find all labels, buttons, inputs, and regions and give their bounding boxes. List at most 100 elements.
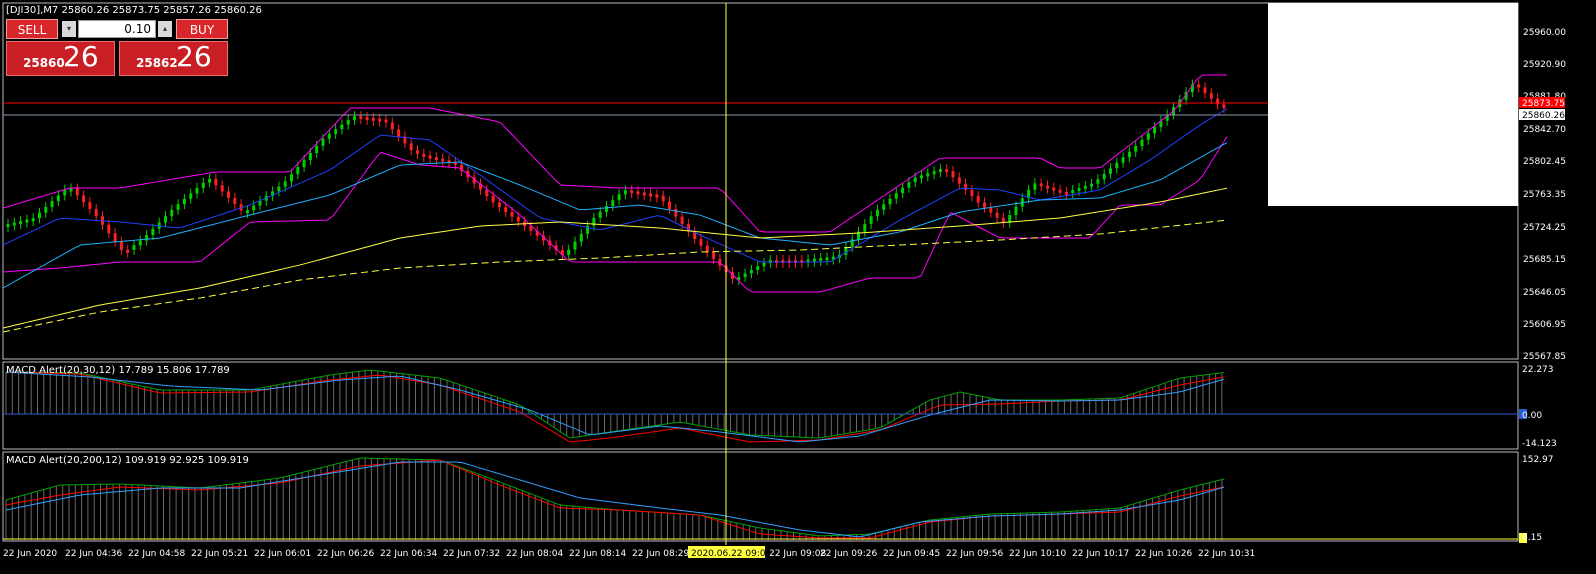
candle-body [1127, 151, 1131, 158]
candle-body [951, 171, 955, 178]
candle-body [661, 195, 665, 202]
candle-body [636, 191, 640, 195]
candle-body [611, 200, 615, 207]
macd2-title: MACD Alert(20,200,12) 109.919 92.925 109… [6, 455, 249, 466]
candle-body [598, 211, 602, 218]
buy-button[interactable]: BUY [176, 19, 228, 39]
candle-body [283, 181, 287, 187]
candle-body [1109, 168, 1112, 174]
candle-body [308, 152, 312, 161]
blank-overlay-panel [1268, 3, 1518, 206]
candle-body [334, 129, 338, 134]
time-label: 22 Jun 10:10 [1009, 549, 1066, 559]
candle-body [630, 190, 634, 194]
candle-body [920, 175, 923, 179]
candle-body [964, 183, 968, 190]
candle-body [938, 169, 942, 173]
candle-body [1134, 146, 1138, 152]
candle-body [1115, 162, 1119, 169]
candle-body [957, 177, 961, 184]
candle-body [825, 257, 829, 261]
candle-body [573, 241, 577, 250]
lot-decrease-icon[interactable]: ▾ [62, 21, 76, 37]
candle-body [674, 208, 678, 217]
ask-price-label: 25873.75 [1522, 99, 1565, 109]
candle-body [434, 157, 438, 161]
candle-body [995, 212, 999, 218]
candle-body [1203, 87, 1207, 94]
sell-price-box[interactable]: 25860 26 [6, 40, 115, 76]
symbol-header: [DJI30],M7 25860.26 25873.75 25857.26 25… [6, 5, 262, 16]
candle-body [844, 247, 848, 255]
candle-body [151, 228, 155, 236]
price-label: 25724.25 [1523, 223, 1566, 233]
candle-body [220, 185, 224, 192]
candle-body [680, 216, 684, 225]
candle-body [623, 190, 627, 195]
candle-body [945, 169, 949, 173]
macd2-axis-label: 152.97 [1522, 455, 1554, 465]
candle-body [699, 239, 703, 246]
candle-body [170, 209, 174, 217]
candle-body [315, 145, 319, 153]
price-label: 25802.45 [1523, 157, 1566, 167]
bid-price-label: 25860.26 [1522, 111, 1565, 121]
lot-size-input[interactable] [78, 20, 156, 38]
price-label: 25567.85 [1523, 352, 1566, 362]
candle-body [1071, 190, 1075, 193]
candle-body [359, 116, 363, 120]
candle-body [25, 219, 29, 223]
price-label: 25842.70 [1523, 125, 1566, 135]
time-label: 22 Jun 10:31 [1198, 549, 1255, 559]
main-series [2, 74, 1228, 333]
candle-body [138, 240, 142, 246]
price-label: 25646.05 [1523, 288, 1566, 298]
time-label: 22 Jun 04:58 [128, 549, 185, 559]
candle-body [245, 210, 249, 214]
candle-body [907, 182, 911, 188]
candle-body [182, 198, 186, 205]
buy-price-box[interactable]: 25862 26 [119, 40, 228, 76]
candle-body [894, 193, 898, 199]
candle-body [642, 192, 646, 196]
candle-body [888, 198, 892, 205]
candle-body [756, 266, 760, 270]
sell-price-big: 26 [63, 40, 99, 73]
candle-body [94, 208, 98, 217]
price-axis: 25960.00 25920.90 25881.80 25842.70 2580… [1523, 28, 1566, 362]
candle-body [1014, 206, 1018, 215]
macd1-axis-label: -14.123 [1522, 439, 1557, 449]
candle-body [863, 223, 867, 232]
candle-body [233, 197, 237, 205]
candle-body [1058, 189, 1062, 193]
candle-body [365, 116, 369, 120]
candle-body [1083, 185, 1087, 189]
candle-body [195, 188, 199, 194]
macd1-axis-label: 22.273 [1522, 365, 1554, 375]
candle-body [1096, 179, 1100, 184]
candle-body [875, 209, 879, 217]
candle-body [390, 122, 394, 130]
candle-body [516, 216, 520, 222]
candle-body [12, 222, 16, 226]
price-label: 25960.00 [1523, 28, 1566, 38]
sell-button[interactable]: SELL [6, 19, 58, 39]
candle-body [1153, 127, 1157, 134]
candle-body [1077, 187, 1081, 191]
candle-body [371, 117, 375, 121]
candle-body [88, 202, 92, 209]
candle-body [668, 201, 671, 209]
candle-body [296, 167, 300, 175]
time-label: 22 Jun 09:45 [883, 549, 940, 559]
time-label: 22 Jun 09:26 [820, 549, 877, 559]
candle-body [491, 196, 495, 203]
macd1-axis-label: 0.00 [1522, 411, 1542, 421]
candle-body [75, 188, 79, 196]
lot-increase-icon[interactable]: ▴ [158, 21, 172, 37]
time-label: 22 Jun 10:26 [1135, 549, 1192, 559]
candle-body [397, 129, 401, 137]
time-axis: 22 Jun 2020 22 Jun 04:36 22 Jun 04:58 22… [3, 549, 1255, 559]
upper-band-line [2, 74, 1227, 233]
candle-body [69, 188, 73, 192]
candle-body [290, 174, 293, 182]
